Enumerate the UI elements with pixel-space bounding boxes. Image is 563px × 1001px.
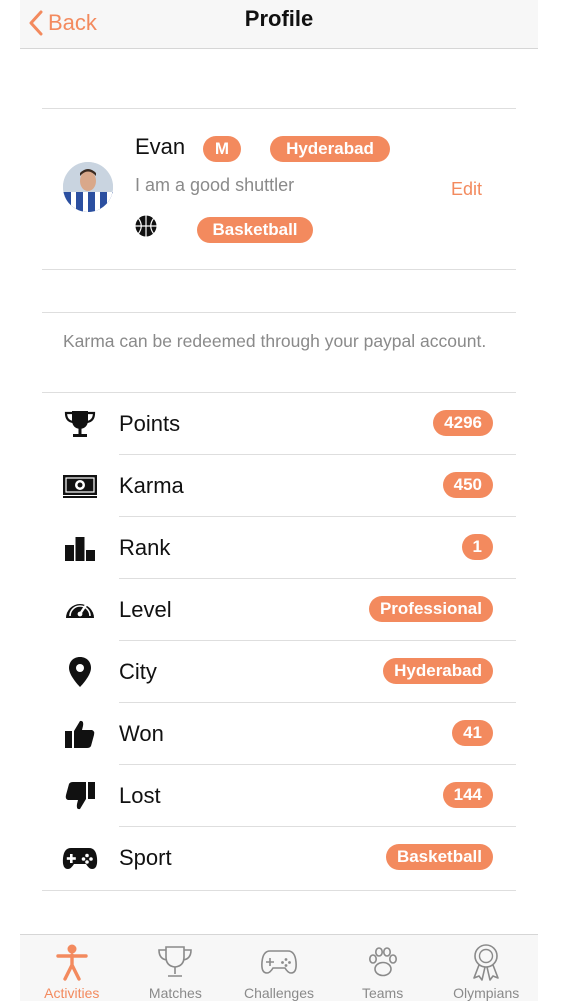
stat-row-sport[interactable]: Sport Basketball <box>20 827 538 889</box>
stat-value-badge: Hyderabad <box>383 658 493 684</box>
trophy-outline-icon <box>124 943 228 981</box>
profile-bio: I am a good shuttler <box>135 175 295 195</box>
divider <box>42 890 516 891</box>
divider <box>42 312 516 313</box>
rank-bars-icon <box>62 532 98 564</box>
tab-label: Olympians <box>453 985 520 1001</box>
thumbs-down-icon <box>62 780 98 812</box>
tab-label: Teams <box>361 985 404 1001</box>
gender-badge: M <box>203 136 241 162</box>
stat-label: City <box>119 659 157 684</box>
tab-activities[interactable]: Activities <box>20 935 124 1001</box>
stat-value-badge: Professional <box>368 596 493 622</box>
stat-row-level[interactable]: Level Professional <box>20 579 538 641</box>
tab-bar: Activities Matches Challenges Teams Olym… <box>20 934 538 1001</box>
profile-name: Evan <box>135 134 186 159</box>
page-title: Profile <box>244 6 314 31</box>
tab-label: Activities <box>44 985 100 1001</box>
money-icon <box>62 470 98 502</box>
tab-label: Challenges <box>243 985 315 1001</box>
stat-row-rank[interactable]: Rank 1 <box>20 517 538 579</box>
stat-row-karma[interactable]: Karma 450 <box>20 455 538 517</box>
stat-value-badge: 4296 <box>433 410 493 436</box>
avatar-image <box>63 162 113 212</box>
thumbs-up-icon <box>62 718 98 750</box>
stat-value-badge: Basketball <box>385 844 493 870</box>
stat-label: Points <box>119 411 181 436</box>
stat-value-badge: 1 <box>461 534 493 560</box>
app-screen: Back Profile Evan M Hyderabad I am a goo… <box>20 0 538 1001</box>
tab-matches[interactable]: Matches <box>124 935 228 1001</box>
stat-row-city[interactable]: City Hyderabad <box>20 641 538 703</box>
navigation-bar: Back Profile <box>20 0 538 49</box>
stat-label: Rank <box>119 535 171 560</box>
divider <box>42 269 516 270</box>
stat-label: Lost <box>119 783 161 808</box>
stat-label: Karma <box>119 473 184 498</box>
stat-row-lost[interactable]: Lost 144 <box>20 765 538 827</box>
stat-value-badge: 41 <box>452 720 493 746</box>
tab-teams[interactable]: Teams <box>331 935 435 1001</box>
paw-icon <box>331 943 435 981</box>
medal-icon <box>434 943 538 981</box>
divider <box>42 108 516 109</box>
person-icon <box>20 943 124 981</box>
city-badge: Hyderabad <box>270 136 390 162</box>
stat-value-badge: 144 <box>442 782 493 808</box>
stat-value-badge: 450 <box>442 472 493 498</box>
basketball-icon <box>135 215 157 237</box>
gamepad-icon <box>62 842 98 874</box>
location-pin-icon <box>62 656 98 688</box>
avatar[interactable] <box>63 162 113 212</box>
stat-label: Sport <box>119 845 172 870</box>
tab-olympians[interactable]: Olympians <box>434 935 538 1001</box>
tab-label: Matches <box>148 985 202 1001</box>
trophy-icon <box>62 408 98 440</box>
stat-row-won[interactable]: Won 41 <box>20 703 538 765</box>
gamepad-outline-icon <box>227 943 331 981</box>
tab-challenges[interactable]: Challenges <box>227 935 331 1001</box>
stat-label: Level <box>119 597 172 622</box>
karma-note: Karma can be redeemed through your paypa… <box>63 331 487 351</box>
edit-button[interactable]: Edit <box>451 179 482 200</box>
sport-badge: Basketball <box>197 217 313 243</box>
speedometer-icon <box>62 594 98 626</box>
stat-row-points[interactable]: Points 4296 <box>20 393 538 455</box>
stat-label: Won <box>119 721 164 746</box>
